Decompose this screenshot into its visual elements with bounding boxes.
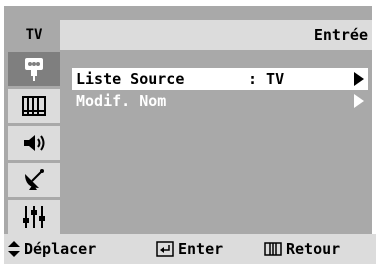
sidebar-item-sound[interactable] [8,126,60,160]
sidebar-item-input[interactable] [8,52,60,86]
sidebar-item-picture[interactable] [8,89,60,123]
arrow-right-icon [354,94,364,108]
page-title: Entrée [313,26,368,44]
footer-bar: Déplacer Enter Retour [4,234,376,264]
menu-item-source-list[interactable]: Liste Source : TV [72,68,368,90]
sound-icon [24,135,45,151]
menu-item-edit-name[interactable]: Modif. Nom [72,90,368,112]
footer-enter: Enter [156,234,223,264]
sidebar-item-channel[interactable] [8,163,60,197]
menu-item-label: Modif. Nom [76,92,167,110]
tv-label: TV [8,20,60,50]
up-down-arrow-icon [8,241,20,257]
setup-icon [23,206,45,228]
osd-menu: TV Entrée Liste Source: TV Modif. Nom D… [2,4,376,264]
enter-icon [156,241,174,257]
header-bar: TV Entrée [8,20,372,50]
sidebar-item-setup[interactable] [8,200,60,234]
picture-icon [22,96,46,116]
sidebar [8,52,60,234]
menu-item-label: Liste Source [76,70,185,88]
osd-frame: TV Entrée Liste Source: TV Modif. Nom D… [2,4,376,264]
menu-item-value: : TV [248,70,285,88]
arrow-right-icon [354,72,364,86]
return-label: Retour [286,240,341,258]
input-icon [25,58,43,81]
footer-return: Retour [264,234,340,264]
menu-panel: Liste Source : TV Modif. Nom [62,52,372,234]
move-label: Déplacer [24,240,97,258]
channel-icon [25,169,44,190]
footer-move: Déplacer [8,234,96,264]
enter-label: Enter [178,240,224,258]
return-menu-icon [264,242,282,256]
